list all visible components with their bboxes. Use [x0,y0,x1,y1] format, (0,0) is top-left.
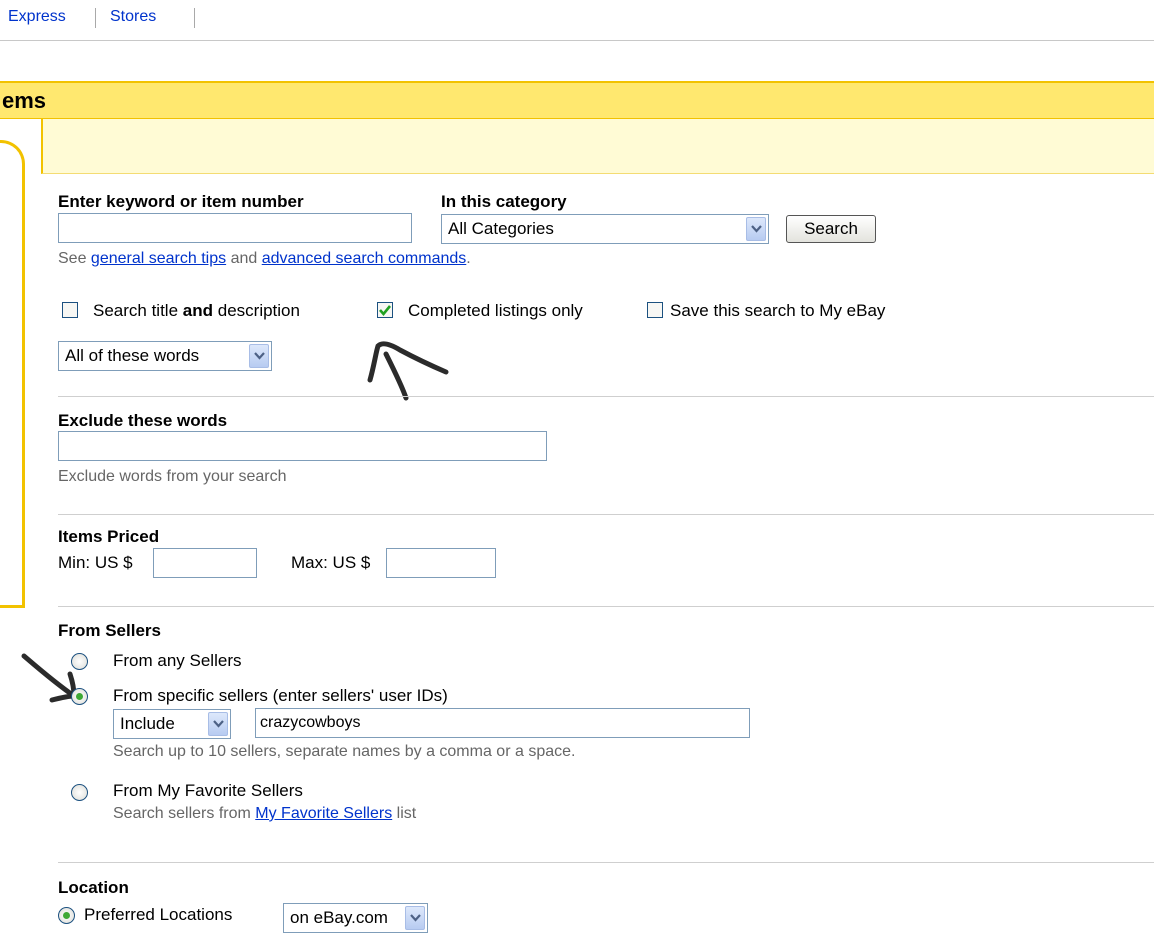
keyword-label: Enter keyword or item number [58,192,304,211]
annotation-arrow-icon [367,341,449,401]
search-button[interactable]: Search [786,215,876,243]
max-price-input[interactable] [386,548,496,578]
divider [58,606,1154,607]
general-search-tips-link[interactable]: general search tips [91,250,226,267]
search-tips: See general search tips and advanced sea… [58,250,471,268]
exclude-input[interactable] [58,431,547,461]
include-selected: Include [120,714,175,733]
words-mode-select[interactable]: All of these words [58,341,272,371]
header-band [41,119,1154,174]
nav-separator [194,8,195,28]
advanced-search-commands-link[interactable]: advanced search commands [262,250,467,267]
tips-prefix: See [58,250,87,267]
max-price-label: Max: US $ [291,553,371,572]
favorite-sellers-label: From My Favorite Sellers [113,781,303,800]
specific-sellers-radio[interactable] [71,688,88,705]
divider [58,396,1154,397]
title-description-checkbox[interactable] [62,302,78,318]
min-price-input[interactable] [153,548,257,578]
chevron-down-icon [208,712,228,736]
save-search-checkbox[interactable] [647,302,663,318]
page-title: ems [2,88,47,113]
nav-link-express[interactable]: Express [8,8,66,26]
price-label: Items Priced [58,527,160,546]
favorite-sellers-hint: Search sellers from My Favorite Sellers … [113,805,416,823]
keyword-input[interactable] [58,213,412,243]
completed-listings-label: Completed listings only [408,301,583,320]
location-select[interactable]: on eBay.com [283,903,428,933]
favorite-hint-suffix: list [396,805,417,822]
category-label: In this category [441,192,567,211]
chevron-down-icon [249,344,269,368]
save-search-label: Save this search to My eBay [670,301,886,320]
tips-end: . [466,250,471,267]
chevron-down-icon [405,906,425,930]
checkmark-icon [379,305,392,317]
section-header-bar [0,81,1154,119]
divider [58,862,1154,863]
exclude-label: Exclude these words [58,411,228,430]
min-price-label: Min: US $ [58,553,133,572]
divider [58,514,1154,515]
location-selected: on eBay.com [290,908,388,927]
my-favorite-sellers-link[interactable]: My Favorite Sellers [255,805,392,822]
title-description-label: Search title and description [93,301,300,320]
specific-sellers-label: From specific sellers (enter sellers' us… [113,686,448,705]
sellers-label: From Sellers [58,621,161,640]
include-select[interactable]: Include [113,709,231,739]
preferred-locations-radio[interactable] [58,907,75,924]
chevron-down-icon [746,217,766,241]
preferred-locations-label: Preferred Locations [84,905,233,924]
nav-separator [95,8,96,28]
category-selected: All Categories [448,219,554,238]
completed-listings-checkbox[interactable] [377,302,393,318]
seller-ids-input[interactable] [255,708,750,738]
any-sellers-label: From any Sellers [113,651,242,670]
side-panel-frame [0,140,25,608]
seller-ids-hint: Search up to 10 sellers, separate names … [113,743,576,760]
words-mode-selected: All of these words [65,346,200,365]
exclude-hint: Exclude words from your search [58,468,287,485]
location-label: Location [58,878,129,897]
favorite-sellers-radio[interactable] [71,784,88,801]
favorite-hint-prefix: Search sellers from [113,805,251,822]
nav-link-stores[interactable]: Stores [110,8,156,26]
top-divider [0,40,1154,41]
category-select[interactable]: All Categories [441,214,769,244]
tips-mid: and [230,250,258,267]
